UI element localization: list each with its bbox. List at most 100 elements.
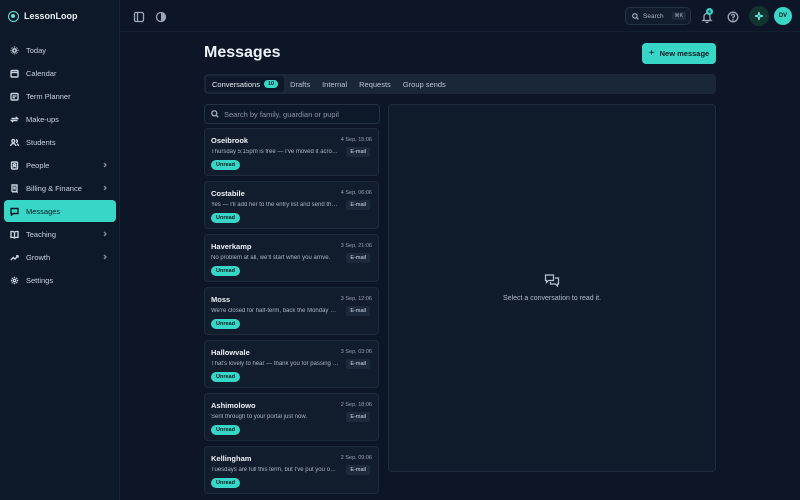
conversation-card[interactable]: Moss 3 Sep, 12:06 We're closed for half-te… <box>204 287 379 335</box>
tab-requests[interactable]: Requests <box>353 76 397 92</box>
conversation-list: Oseibrook 4 Sep, 15:06 Thursday 5:15pm is … <box>204 128 380 500</box>
ai-assistant-button[interactable] <box>749 6 769 26</box>
sidebar-item-messages[interactable]: Messages <box>4 200 116 222</box>
sparkle-icon <box>754 11 764 21</box>
sidebar-item-label: Calendar <box>26 68 57 78</box>
sidebar-item-label: Teaching <box>26 229 57 239</box>
unread-badge: Unread <box>211 478 240 488</box>
new-message-label: New message <box>659 49 710 58</box>
receipt-icon <box>10 183 19 193</box>
sidebar-item-calendar[interactable]: Calendar <box>4 62 116 84</box>
search-icon <box>632 12 639 20</box>
sidebar-item-settings[interactable]: Settings <box>4 269 116 291</box>
toggle-sidebar-icon[interactable] <box>133 10 145 23</box>
conversation-name: Hallowvale <box>211 348 250 357</box>
conversation-card[interactable]: Hallowvale 3 Sep, 03:06 That's lovely to h… <box>204 340 379 388</box>
tab-internal[interactable]: Internal <box>316 76 353 92</box>
tab-label: Requests <box>359 79 391 89</box>
tab-label: Drafts <box>290 79 311 89</box>
tab-conversations[interactable]: Conversations 10 <box>206 76 285 92</box>
sun-icon <box>10 46 19 55</box>
book-icon <box>10 230 19 239</box>
repeat-icon <box>10 115 19 124</box>
channel-badge: E-mail <box>346 359 370 369</box>
channel-badge: E-mail <box>346 412 370 422</box>
conversation-search-input[interactable]: Search by family, guardian or pupil <box>204 104 380 124</box>
sidebar-item-label: Students <box>26 137 56 147</box>
tab-group-sends[interactable]: Group sends <box>397 76 452 92</box>
message-icon <box>10 207 19 216</box>
messages-icon <box>544 273 560 289</box>
tab-count-badge: 10 <box>263 80 279 88</box>
empty-state-text: Select a conversation to read it. <box>502 295 602 302</box>
conversation-card[interactable]: Kellingham 2 Sep, 09:06 Tuesdays are full … <box>204 446 379 494</box>
unread-badge: Unread <box>211 213 240 223</box>
app-name: LessonLoop <box>24 11 78 21</box>
conversation-card[interactable]: Costabile 4 Sep, 06:06 Yes — I'll add her … <box>204 181 379 229</box>
search-placeholder: Search by family, guardian or pupil <box>224 109 339 119</box>
sidebar-item-label: People <box>26 160 50 170</box>
conversation-preview: Yes — I'll add her to the entry list and… <box>211 202 339 208</box>
conversation-name: Oseibrook <box>211 136 249 145</box>
search-shortcut: ⌘K <box>671 12 686 20</box>
conversation-preview: No problem at all, we'll start when you … <box>211 255 331 261</box>
conversation-preview: Sent through to your portal just now. <box>211 414 308 420</box>
user-avatar[interactable]: DV <box>774 7 792 25</box>
sidebar-item-label: Settings <box>26 275 54 285</box>
sidebar-item-growth[interactable]: Growth <box>4 246 116 268</box>
conversation-date: 2 Sep, 18:06 <box>340 402 372 408</box>
chevron-right-icon <box>102 161 108 168</box>
sidebar-item-term-planner[interactable]: Term Planner <box>4 85 116 107</box>
conversation-date: 2 Sep, 09:06 <box>340 455 372 461</box>
chevron-right-icon <box>102 253 108 260</box>
sidebar-item-students[interactable]: Students <box>4 131 116 153</box>
chevron-right-icon <box>102 184 108 191</box>
unread-badge: Unread <box>211 319 240 329</box>
channel-badge: E-mail <box>346 147 370 157</box>
term-planner-icon <box>10 92 19 101</box>
conversation-date: 4 Sep, 15:06 <box>340 137 372 143</box>
tab-drafts[interactable]: Drafts <box>284 76 316 92</box>
search-icon <box>211 110 219 118</box>
conversation-name: Moss <box>211 295 231 304</box>
calendar-icon <box>10 69 19 78</box>
topbar: Search ⌘K 6 DV <box>120 0 800 32</box>
sidebar-item-label: Growth <box>26 252 51 262</box>
lessonloop-logo-icon <box>8 10 19 22</box>
conversation-preview: Thursday 5:15pm is free — I've moved it … <box>211 149 339 155</box>
sidebar-nav: Today Calendar Term Planner Make-ups Student… <box>4 39 116 292</box>
conversation-preview: That's lovely to hear — thank you for pa… <box>211 361 339 367</box>
brand[interactable]: LessonLoop <box>8 9 78 23</box>
sidebar-item-label: Billing & Finance <box>26 183 82 193</box>
conversation-detail-panel: Select a conversation to read it. <box>388 104 716 472</box>
conversation-preview: We're closed for half-term, back the Mon… <box>211 308 339 314</box>
conversation-name: Costabile <box>211 189 245 198</box>
sidebar-item-label: Make-ups <box>26 114 59 124</box>
sidebar-item-make-ups[interactable]: Make-ups <box>4 108 116 130</box>
conversation-date: 3 Sep, 03:06 <box>340 349 372 355</box>
help-icon[interactable] <box>727 10 739 23</box>
sidebar-item-teaching[interactable]: Teaching <box>4 223 116 245</box>
conversation-card[interactable]: Ashimolowo 2 Sep, 18:06 Sent through to yo… <box>204 393 379 441</box>
global-search-button[interactable]: Search ⌘K <box>625 7 691 25</box>
new-message-button[interactable]: + New message <box>642 43 716 64</box>
page-title: Messages <box>204 44 281 61</box>
message-tabs: Conversations 10 Drafts Internal Requests Gro… <box>204 74 716 94</box>
sidebar-item-today[interactable]: Today <box>4 39 116 61</box>
sidebar-item-people[interactable]: People <box>4 154 116 176</box>
conversation-card[interactable]: Haverkamp 3 Sep, 21:06 No problem at all, … <box>204 234 379 282</box>
conversation-card[interactable]: Oseibrook 4 Sep, 15:06 Thursday 5:15pm is … <box>204 128 379 176</box>
sidebar-item-billing-finance[interactable]: Billing & Finance <box>4 177 116 199</box>
conversation-name: Haverkamp <box>211 242 252 251</box>
growth-icon <box>10 253 19 262</box>
conversation-name: Kellingham <box>211 454 252 463</box>
sidebar-item-label: Today <box>26 45 47 55</box>
tab-label: Conversations <box>212 79 260 89</box>
conversation-name: Ashimolowo <box>211 401 256 410</box>
conversation-date: 4 Sep, 06:06 <box>340 190 372 196</box>
chevron-right-icon <box>102 230 108 237</box>
conversation-preview: Tuesdays are full this term, but I've pu… <box>211 467 339 473</box>
theme-toggle-icon[interactable] <box>155 10 167 23</box>
sidebar-item-label: Term Planner <box>26 91 71 101</box>
notification-badge: 6 <box>706 8 713 15</box>
